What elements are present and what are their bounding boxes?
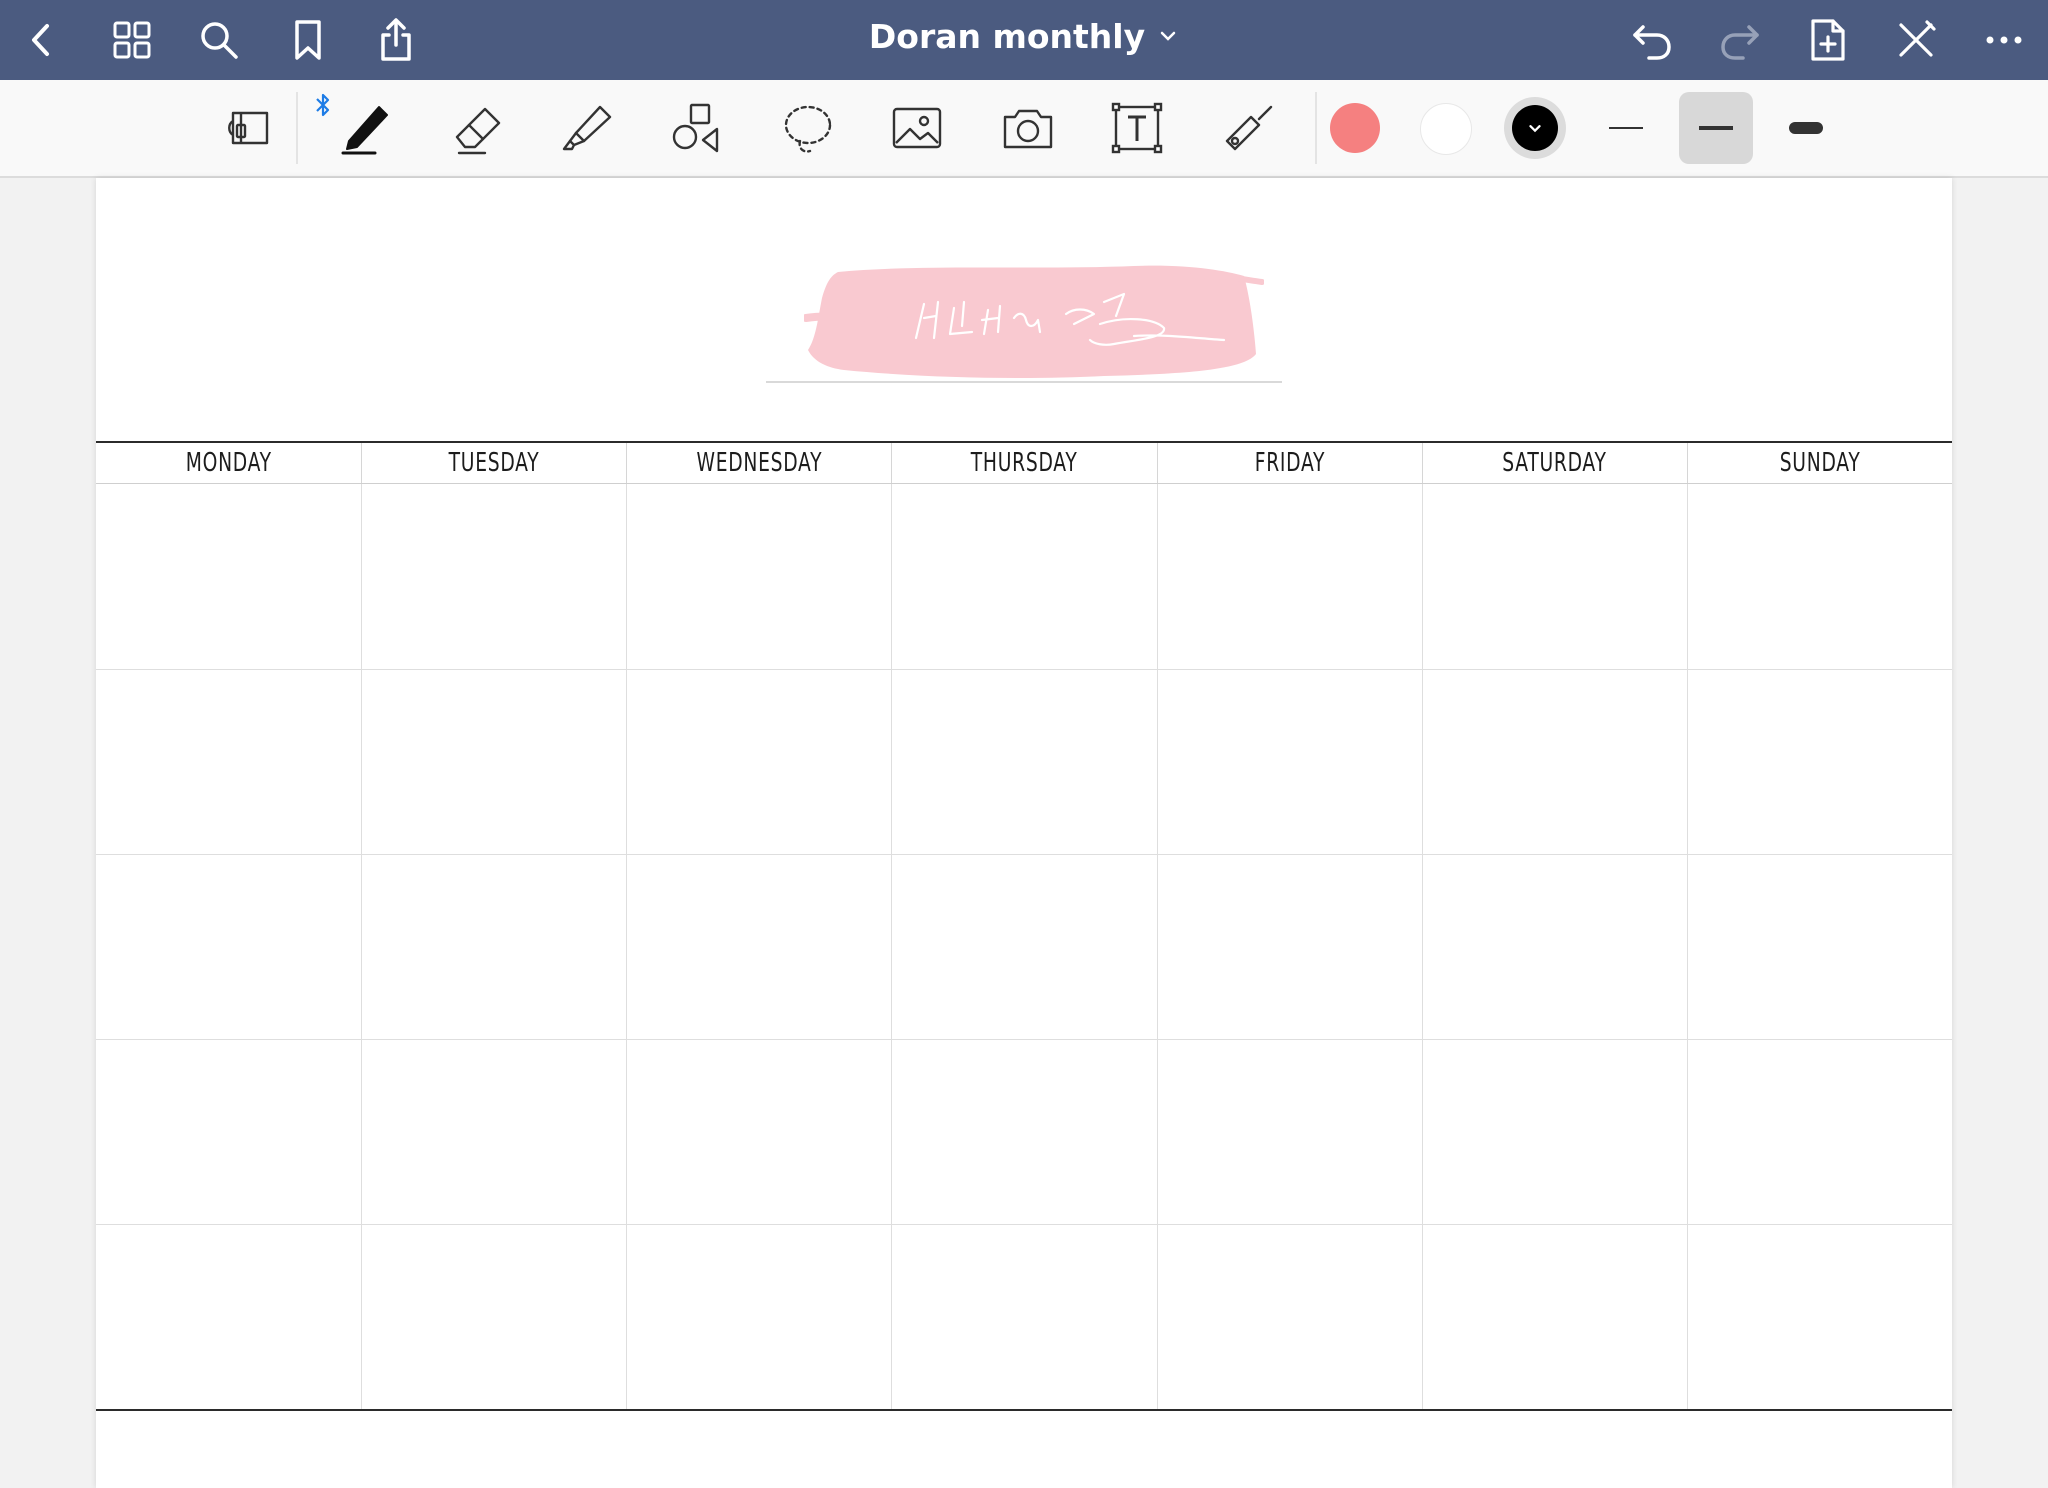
document-title-button[interactable]: Doran monthly	[869, 17, 1179, 56]
bookmark-icon[interactable]	[282, 14, 334, 66]
color-swatch-white[interactable]	[1420, 103, 1472, 155]
monthly-calendar: MONDAY TUESDAY WEDNESDAY THURSDAY FRIDAY…	[96, 441, 1952, 1411]
redo-icon[interactable]	[1714, 14, 1766, 66]
calendar-day-cell[interactable]	[1421, 669, 1687, 854]
calendar-day-cell[interactable]	[626, 1039, 892, 1224]
calendar-day-cell[interactable]	[1421, 1039, 1687, 1224]
tool-bar	[0, 80, 2048, 178]
calendar-day-cell[interactable]	[1156, 1039, 1422, 1224]
chevron-down-icon	[1512, 105, 1558, 151]
calendar-day-cell[interactable]	[1156, 854, 1422, 1039]
calendar-day-cell[interactable]	[1156, 669, 1422, 854]
image-tool-icon[interactable]	[881, 94, 953, 162]
undo-icon[interactable]	[1626, 14, 1678, 66]
day-header-friday: FRIDAY	[1156, 443, 1422, 483]
calendar-day-cell[interactable]	[1421, 1224, 1687, 1409]
camera-tool-icon[interactable]	[992, 94, 1064, 162]
calendar-day-cell[interactable]	[1686, 1224, 1952, 1409]
calendar-day-cell[interactable]	[361, 484, 626, 669]
laser-pointer-tool-icon[interactable]	[1212, 94, 1284, 162]
title-underline	[766, 381, 1282, 383]
calendar-day-cell[interactable]	[1686, 669, 1952, 854]
text-tool-icon[interactable]	[1101, 94, 1173, 162]
notebook-page[interactable]: MONDAY TUESDAY WEDNESDAY THURSDAY FRIDAY…	[96, 178, 1952, 1488]
color-swatch-red[interactable]	[1330, 103, 1380, 153]
calendar-day-cell[interactable]	[1421, 484, 1687, 669]
highlighter-tool-icon[interactable]	[551, 94, 623, 162]
day-header-sunday: SUNDAY	[1686, 443, 1952, 483]
day-header-monday: MONDAY	[96, 443, 361, 483]
pen-tool-icon[interactable]	[330, 94, 402, 162]
calendar-day-cell[interactable]	[1686, 484, 1952, 669]
calendar-day-cell[interactable]	[1686, 854, 1952, 1039]
calendar-day-cell[interactable]	[1421, 854, 1687, 1039]
calendar-day-cell[interactable]	[891, 854, 1157, 1039]
calendar-day-cell[interactable]	[361, 1224, 627, 1409]
eraser-tool-icon[interactable]	[442, 94, 514, 162]
stroke-width-thick[interactable]	[1769, 92, 1843, 164]
day-header-row: MONDAY TUESDAY WEDNESDAY THURSDAY FRIDAY…	[96, 443, 1952, 484]
goodnotes-app: Doran monthly MONDAY TUESDAY WEDNESDAY T…	[0, 0, 2048, 1488]
read-only-mode-icon[interactable]	[214, 94, 286, 162]
calendar-day-cell[interactable]	[1156, 484, 1422, 669]
calendar-day-cell[interactable]	[361, 854, 627, 1039]
calendar-day-cell[interactable]	[96, 1224, 362, 1409]
calendar-day-cell[interactable]	[891, 669, 1157, 854]
calendar-day-cell[interactable]	[96, 669, 362, 854]
day-header-label: TUESDAY	[448, 448, 540, 478]
calendar-day-cell[interactable]	[626, 669, 892, 854]
calendar-day-cell[interactable]	[96, 484, 361, 669]
day-header-label: WEDNESDAY	[696, 448, 823, 478]
calendar-day-cell[interactable]	[626, 484, 891, 669]
title-banner	[804, 265, 1264, 378]
stroke-width-thin[interactable]	[1589, 92, 1663, 164]
stroke-width-medium[interactable]	[1679, 92, 1753, 164]
back-icon[interactable]	[16, 14, 68, 66]
shapes-tool-icon[interactable]	[660, 94, 732, 162]
document-title-text: Doran monthly	[868, 16, 1146, 56]
day-header-label: SUNDAY	[1779, 448, 1861, 478]
search-icon[interactable]	[193, 14, 245, 66]
close-pen-icon[interactable]	[1890, 14, 1942, 66]
calendar-grid	[96, 484, 1952, 1409]
calendar-day-cell[interactable]	[1156, 1224, 1422, 1409]
calendar-day-cell[interactable]	[96, 854, 362, 1039]
calendar-day-cell[interactable]	[96, 1039, 362, 1224]
calendar-day-cell[interactable]	[891, 1224, 1157, 1409]
grid-icon[interactable]	[106, 14, 158, 66]
share-icon[interactable]	[370, 14, 422, 66]
day-header-saturday: SATURDAY	[1421, 443, 1687, 483]
calendar-day-cell[interactable]	[891, 1039, 1157, 1224]
more-icon[interactable]	[1978, 14, 2030, 66]
calendar-day-cell[interactable]	[626, 1224, 892, 1409]
calendar-day-cell[interactable]	[891, 484, 1156, 669]
day-header-label: MONDAY	[185, 448, 272, 478]
top-navigation-bar: Doran monthly	[0, 0, 2048, 80]
calendar-day-cell[interactable]	[361, 669, 627, 854]
lasso-tool-icon[interactable]	[771, 94, 843, 162]
chevron-down-icon	[1160, 31, 1176, 41]
calendar-day-cell[interactable]	[361, 1039, 627, 1224]
day-header-wednesday: WEDNESDAY	[626, 443, 891, 483]
color-swatch-black-selected[interactable]	[1504, 97, 1566, 159]
day-header-label: FRIDAY	[1254, 448, 1325, 478]
day-header-thursday: THURSDAY	[891, 443, 1156, 483]
day-header-label: THURSDAY	[971, 448, 1078, 478]
calendar-day-cell[interactable]	[626, 854, 892, 1039]
day-header-label: SATURDAY	[1502, 448, 1607, 478]
add-page-icon[interactable]	[1802, 14, 1854, 66]
day-header-tuesday: TUESDAY	[361, 443, 626, 483]
calendar-day-cell[interactable]	[1686, 1039, 1952, 1224]
